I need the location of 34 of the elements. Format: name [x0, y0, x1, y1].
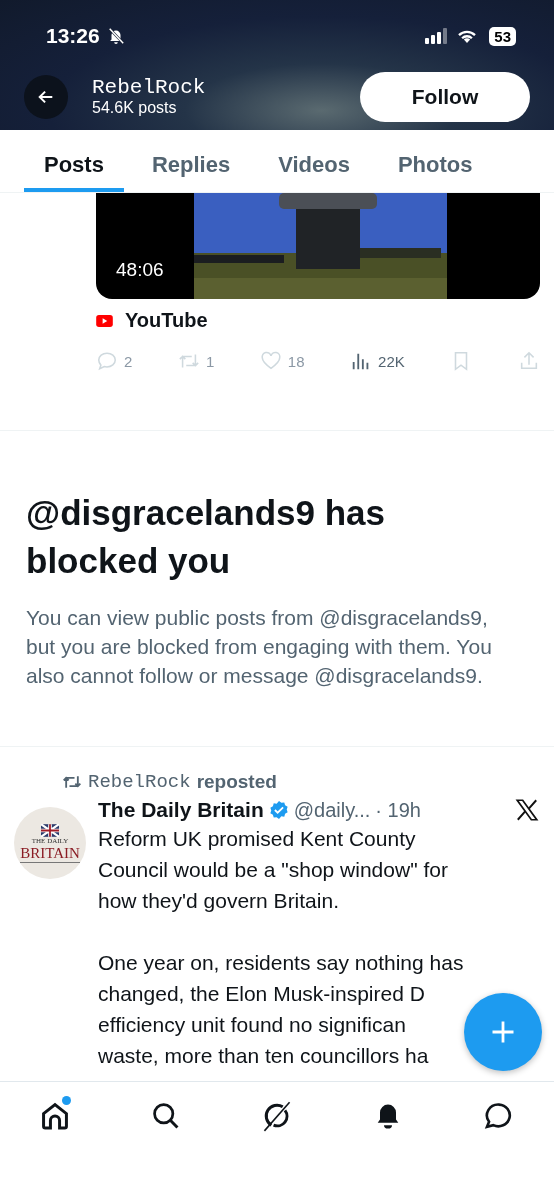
video-duration: 48:06: [116, 259, 164, 281]
signal-icon: [425, 28, 450, 44]
blocked-message: You can view public posts from @disgracelands9, but you are blocked from engaging with them. You also cannot follow or message @disgracelands9.: [26, 605, 493, 689]
back-arrow-icon: [37, 88, 55, 106]
follow-button[interactable]: Follow: [360, 72, 530, 122]
reposter-name[interactable]: RebelRock: [88, 771, 191, 793]
action-count: 22K: [378, 352, 405, 370]
link-source[interactable]: YouTube: [125, 309, 208, 332]
author-handle: @daily...: [293, 798, 371, 822]
repost-label: reposted: [196, 771, 277, 793]
profile-tab[interactable]: Photos: [377, 130, 493, 192]
action-count: 2: [124, 352, 133, 370]
posts-count: 54.6K posts: [92, 99, 178, 117]
action-count: 18: [287, 352, 305, 370]
post-text-line: One year on, residents say nothing has: [98, 950, 464, 976]
post-time: · 19h: [375, 798, 421, 822]
profile-tab[interactable]: Replies: [131, 130, 251, 192]
post-text-line: changed, the Elon Musk-inspired D: [98, 981, 425, 1007]
status-time: 13:26: [46, 24, 100, 48]
battery-level: 53: [489, 26, 516, 46]
post-text: Reform UK promised Kent County Council would be a "shop window" for how they'd govern Britain.: [98, 826, 449, 914]
profile-name: RebelRock: [92, 77, 207, 99]
compose-button[interactable]: [464, 993, 542, 1071]
action-count: 1: [205, 352, 215, 370]
author-name[interactable]: The Daily Britain: [98, 798, 264, 822]
back-button[interactable]: [24, 75, 68, 119]
profile-tab[interactable]: Videos: [258, 130, 370, 192]
x-logo-icon: [514, 797, 540, 823]
play-logo-icon: [96, 314, 113, 327]
slashed-circle-icon[interactable]: [261, 1100, 293, 1132]
post-text-line: efficiency unit found no significan: [98, 1012, 406, 1038]
post-text-line: waste, more than ten councillors ha: [98, 1043, 429, 1069]
blocked-title: @disgracelands9 has blocked you: [26, 492, 386, 582]
wifi-icon: [456, 28, 479, 44]
